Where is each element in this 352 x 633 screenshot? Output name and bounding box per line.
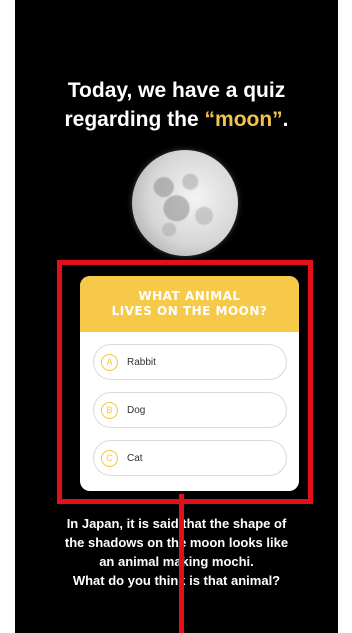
caption-line-2: the shadows on the moon looks like — [64, 535, 289, 550]
headline: Today, we have a quiz regarding the “moo… — [15, 76, 338, 134]
annotation-line — [179, 494, 184, 633]
caption-line-1: In Japan, it is said that the shape of — [66, 516, 287, 531]
moon-image — [132, 150, 238, 256]
highlight-box — [57, 260, 313, 504]
caption: In Japan, it is said that the shape of t… — [15, 514, 338, 590]
headline-prefix: regarding the — [64, 108, 205, 131]
caption-line-4: What do you think is that animal? — [72, 573, 281, 588]
headline-line-1: Today, we have a quiz — [67, 79, 286, 102]
headline-keyword: “moon” — [204, 108, 283, 131]
caption-line-3: an animal making mochi. — [99, 554, 254, 569]
headline-suffix: . — [282, 108, 289, 131]
headline-line-2: regarding the “moon”. — [15, 105, 338, 134]
